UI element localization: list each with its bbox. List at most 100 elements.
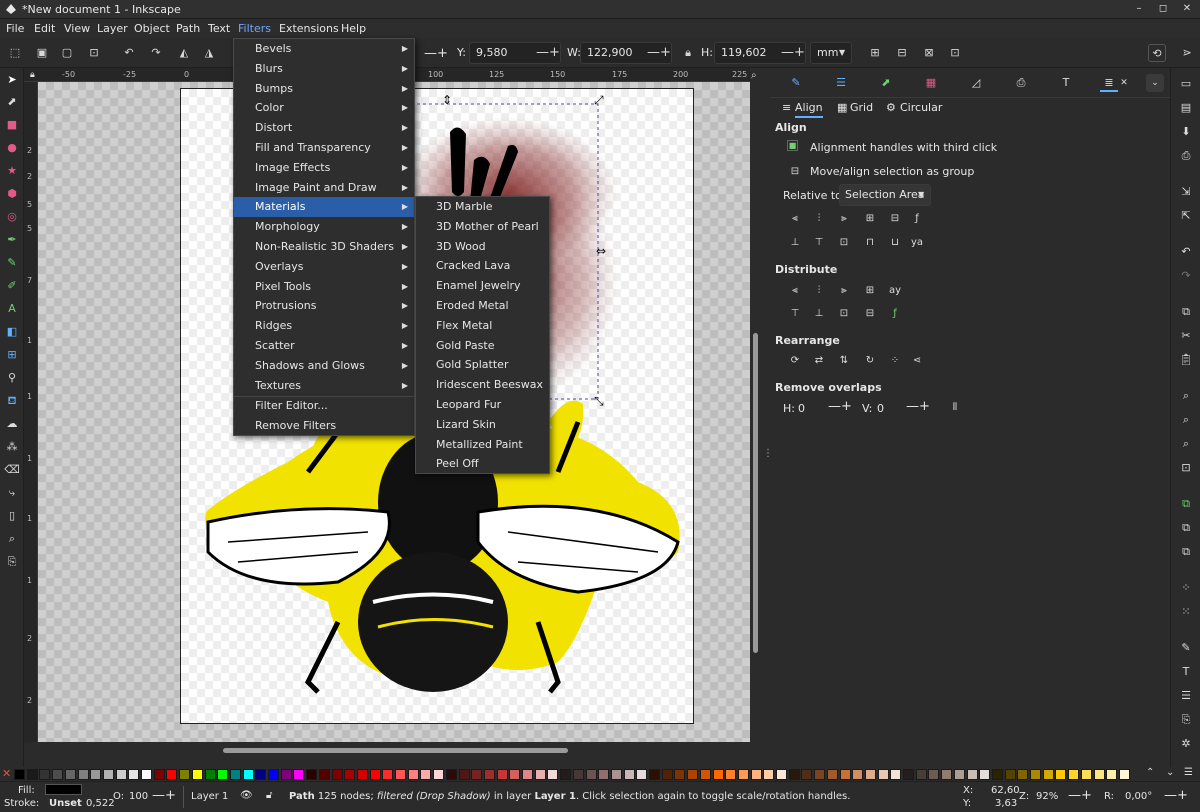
- menu-item[interactable]: Scatter ▶: [234, 336, 414, 356]
- exchange-selection-icon[interactable]: ⇄: [811, 353, 827, 369]
- color-swatch[interactable]: [90, 769, 102, 780]
- menu-item-remove-filters[interactable]: Remove Filters: [234, 416, 414, 436]
- align-baseline-icon[interactable]: ya: [909, 235, 925, 251]
- rect-tool-icon[interactable]: ■: [4, 117, 20, 133]
- y-stepper-icon[interactable]: —+: [536, 45, 560, 60]
- preferences-icon[interactable]: ✲: [1178, 736, 1194, 752]
- color-swatch[interactable]: [420, 769, 432, 780]
- ungroup-icon[interactable]: ⁙: [1178, 604, 1194, 620]
- zoom-page-icon[interactable]: ⌕: [1178, 436, 1194, 452]
- menu-item[interactable]: Distort ▶: [234, 118, 414, 138]
- spray-tool-icon[interactable]: ⁂: [4, 439, 20, 455]
- menu-item[interactable]: 3D Marble: [416, 197, 549, 217]
- clone-icon[interactable]: ⧉: [1178, 520, 1194, 536]
- star-tool-icon[interactable]: ★: [4, 163, 20, 179]
- menu-item[interactable]: Enamel Jewelry: [416, 276, 549, 296]
- menu-item[interactable]: Image Paint and Draw ▶: [234, 178, 414, 198]
- menu-item[interactable]: Flex Metal: [416, 316, 549, 336]
- color-swatch[interactable]: [801, 769, 813, 780]
- color-swatch[interactable]: [458, 769, 470, 780]
- color-swatch[interactable]: [636, 769, 648, 780]
- menu-item[interactable]: Bumps ▶: [234, 79, 414, 99]
- close-tab-icon[interactable]: ✕: [1115, 74, 1133, 92]
- menu-item[interactable]: Metallized Paint: [416, 435, 549, 455]
- minimize-button[interactable]: –: [1131, 2, 1147, 16]
- menu-item[interactable]: Fill and Transparency ▶: [234, 138, 414, 158]
- menu-item[interactable]: 3D Wood: [416, 237, 549, 257]
- color-swatch[interactable]: [763, 769, 775, 780]
- menu-path[interactable]: Path: [176, 21, 200, 36]
- color-swatch[interactable]: [953, 769, 965, 780]
- color-swatch[interactable]: [1068, 769, 1080, 780]
- menu-item[interactable]: Non-Realistic 3D Shaders ▶: [234, 237, 414, 257]
- exchange-positions-icon[interactable]: ⟳: [787, 353, 803, 369]
- distribute-gaps-icon[interactable]: ⊞: [862, 283, 878, 299]
- menu-item[interactable]: Iridescent Beeswax: [416, 375, 549, 395]
- color-swatch[interactable]: [776, 769, 787, 780]
- flip-horizontal-icon[interactable]: ◭: [175, 44, 193, 62]
- distribute-top-icon[interactable]: ⊤: [787, 306, 803, 322]
- color-swatch[interactable]: [293, 769, 305, 780]
- color-swatch[interactable]: [1017, 769, 1029, 780]
- color-swatch[interactable]: [115, 769, 127, 780]
- distribute-middle-icon[interactable]: ⊥: [811, 306, 827, 322]
- color-swatch[interactable]: [1042, 769, 1054, 780]
- node-tool-icon[interactable]: ⬈: [4, 94, 20, 110]
- height-field[interactable]: 119,602 —+: [714, 42, 806, 64]
- eraser-tool-icon[interactable]: ⌫: [4, 462, 20, 478]
- align-top-edge-icon[interactable]: ⊓: [862, 235, 878, 251]
- color-swatch[interactable]: [687, 769, 699, 780]
- menu-item[interactable]: Peel Off: [416, 454, 549, 474]
- connector-tool-icon[interactable]: ⤷: [4, 485, 20, 501]
- color-swatch[interactable]: [979, 769, 991, 780]
- color-swatch[interactable]: [356, 769, 368, 780]
- distribute-right-icon[interactable]: ⫸: [836, 283, 852, 299]
- color-swatch[interactable]: [331, 769, 343, 780]
- randomize-icon[interactable]: ⁘: [887, 353, 903, 369]
- menu-item[interactable]: Gold Paste: [416, 336, 549, 356]
- color-swatch[interactable]: [179, 769, 191, 780]
- color-swatch[interactable]: [852, 769, 864, 780]
- menu-item[interactable]: Cracked Lava: [416, 256, 549, 276]
- menu-item[interactable]: Gold Splatter: [416, 355, 549, 375]
- xml-editor-icon[interactable]: ⎘: [1178, 712, 1194, 728]
- menu-item-filter-editor[interactable]: Filter Editor...: [234, 396, 414, 416]
- pages-tool-icon[interactable]: ⎘: [4, 554, 20, 570]
- menu-item[interactable]: Eroded Metal: [416, 296, 549, 316]
- menu-item[interactable]: Pixel Tools ▶: [234, 277, 414, 297]
- scale-radii-icon[interactable]: ⊟: [893, 44, 911, 62]
- flip-vertical-icon[interactable]: ◮: [200, 44, 218, 62]
- menu-file[interactable]: File: [6, 21, 24, 36]
- distribute-text-icon[interactable]: ƒ: [887, 306, 903, 322]
- print-icon[interactable]: ⎙: [1178, 148, 1194, 164]
- color-swatch[interactable]: [242, 769, 254, 780]
- color-swatch[interactable]: [445, 769, 457, 780]
- color-swatch[interactable]: [890, 769, 902, 780]
- overlap-v-stepper-icon[interactable]: —+: [906, 399, 930, 414]
- overlap-h-value[interactable]: 0: [798, 402, 805, 415]
- text-font-icon[interactable]: T: [1178, 664, 1194, 680]
- paint-bucket-tool-icon[interactable]: ⛾: [4, 393, 20, 409]
- scroll-down-icon[interactable]: ⌄: [1166, 767, 1174, 778]
- scale-stroke-icon[interactable]: ⊞: [866, 44, 884, 62]
- x-decrement-button[interactable]: —+: [424, 46, 448, 61]
- color-swatch[interactable]: [547, 769, 559, 780]
- color-swatch[interactable]: [534, 769, 546, 780]
- remove-overlaps-icon[interactable]: ⦀: [947, 400, 963, 416]
- align-bottom-edge-icon[interactable]: ⊔: [887, 235, 903, 251]
- color-swatch[interactable]: [433, 769, 445, 780]
- rotation-value[interactable]: 0,00°: [1125, 791, 1152, 802]
- redo-icon[interactable]: ↷: [1178, 268, 1194, 284]
- color-swatch[interactable]: [826, 769, 838, 780]
- align-right-icon[interactable]: ⫸: [836, 211, 852, 227]
- copy-icon[interactable]: ⧉: [1178, 304, 1194, 320]
- color-swatch[interactable]: [1106, 769, 1118, 780]
- snap-toggle-icon[interactable]: ⟲: [1148, 44, 1166, 62]
- lock-icon[interactable]: 🔒︎: [679, 44, 697, 62]
- height-stepper-icon[interactable]: —+: [781, 45, 805, 60]
- opacity-stepper-icon[interactable]: —+: [152, 788, 176, 803]
- color-swatch[interactable]: [39, 769, 51, 780]
- menu-text[interactable]: Text: [208, 21, 230, 36]
- horizontal-scrollbar[interactable]: [38, 742, 750, 758]
- deselect-icon[interactable]: ▢: [58, 44, 76, 62]
